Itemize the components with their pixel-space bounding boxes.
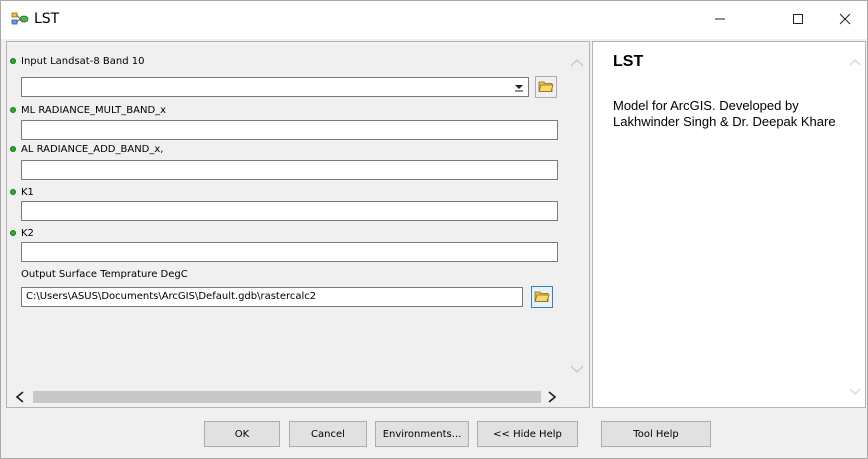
tool-dialog-window: LST Input Landsat-8 Band 10 ML RADIANCE_… bbox=[0, 0, 868, 459]
param-label-k1: K1 bbox=[21, 187, 34, 198]
help-description: Model for ArcGIS. Developed by Lakhwinde… bbox=[613, 98, 836, 129]
chevron-down-icon[interactable] bbox=[848, 385, 862, 397]
required-indicator-icon bbox=[10, 146, 16, 152]
browse-input-button[interactable] bbox=[535, 76, 557, 98]
required-indicator-icon bbox=[10, 58, 16, 64]
tool-help-button[interactable]: Tool Help bbox=[601, 421, 711, 447]
ok-button[interactable]: OK bbox=[204, 421, 280, 447]
ml-radiance-input[interactable] bbox=[21, 120, 558, 140]
required-indicator-icon bbox=[10, 189, 16, 195]
close-icon bbox=[839, 13, 851, 28]
input-band10-dropdown[interactable] bbox=[21, 77, 529, 97]
help-panel: LST Model for ArcGIS. Developed by Lakhw… bbox=[592, 41, 866, 408]
required-indicator-icon bbox=[10, 230, 16, 236]
chevron-right-icon[interactable] bbox=[545, 390, 559, 404]
al-radiance-input[interactable] bbox=[21, 160, 558, 180]
maximize-button[interactable] bbox=[775, 1, 821, 39]
folder-open-icon bbox=[538, 79, 554, 96]
help-title: LST bbox=[613, 53, 644, 70]
k1-input[interactable] bbox=[21, 201, 558, 221]
minimize-button[interactable] bbox=[697, 1, 743, 39]
maximize-icon bbox=[792, 13, 804, 28]
parameters-panel: Input Landsat-8 Band 10 ML RADIANCE_MULT… bbox=[6, 41, 590, 408]
cancel-button[interactable]: Cancel bbox=[289, 421, 367, 447]
param-label-al-radiance: AL RADIANCE_ADD_BAND_x, bbox=[21, 144, 164, 155]
browse-output-button[interactable] bbox=[531, 286, 553, 308]
required-indicator-icon bbox=[10, 107, 16, 113]
param-label-k2: K2 bbox=[21, 228, 34, 239]
param-label-input-band10: Input Landsat-8 Band 10 bbox=[21, 56, 145, 67]
chevron-up-icon[interactable] bbox=[848, 56, 862, 68]
chevron-down-icon[interactable] bbox=[569, 362, 585, 376]
parameters-horizontal-scrollbar[interactable] bbox=[7, 387, 565, 407]
output-path-input[interactable]: C:\Users\ASUS\Documents\ArcGIS\Default.g… bbox=[21, 287, 523, 307]
help-vertical-scrollbar[interactable] bbox=[845, 42, 865, 407]
model-icon bbox=[11, 12, 29, 26]
chevron-up-icon[interactable] bbox=[569, 56, 585, 70]
k2-input[interactable] bbox=[21, 242, 558, 262]
hide-help-button[interactable]: << Hide Help bbox=[477, 421, 578, 447]
environments-button[interactable]: Environments... bbox=[375, 421, 469, 447]
param-label-output: Output Surface Temprature DegC bbox=[21, 269, 188, 280]
folder-open-icon bbox=[534, 289, 550, 306]
horizontal-scroll-thumb[interactable] bbox=[33, 391, 541, 403]
parameters-vertical-scrollbar[interactable] bbox=[565, 42, 589, 387]
window-title: LST bbox=[34, 11, 60, 27]
close-button[interactable] bbox=[822, 1, 868, 39]
param-label-ml-radiance: ML RADIANCE_MULT_BAND_x bbox=[21, 105, 167, 116]
title-bar[interactable]: LST bbox=[1, 1, 867, 39]
output-path-value: C:\Users\ASUS\Documents\ArcGIS\Default.g… bbox=[26, 291, 317, 302]
chevron-down-icon[interactable] bbox=[512, 80, 526, 94]
minimize-icon bbox=[714, 13, 726, 28]
chevron-left-icon[interactable] bbox=[13, 390, 27, 404]
